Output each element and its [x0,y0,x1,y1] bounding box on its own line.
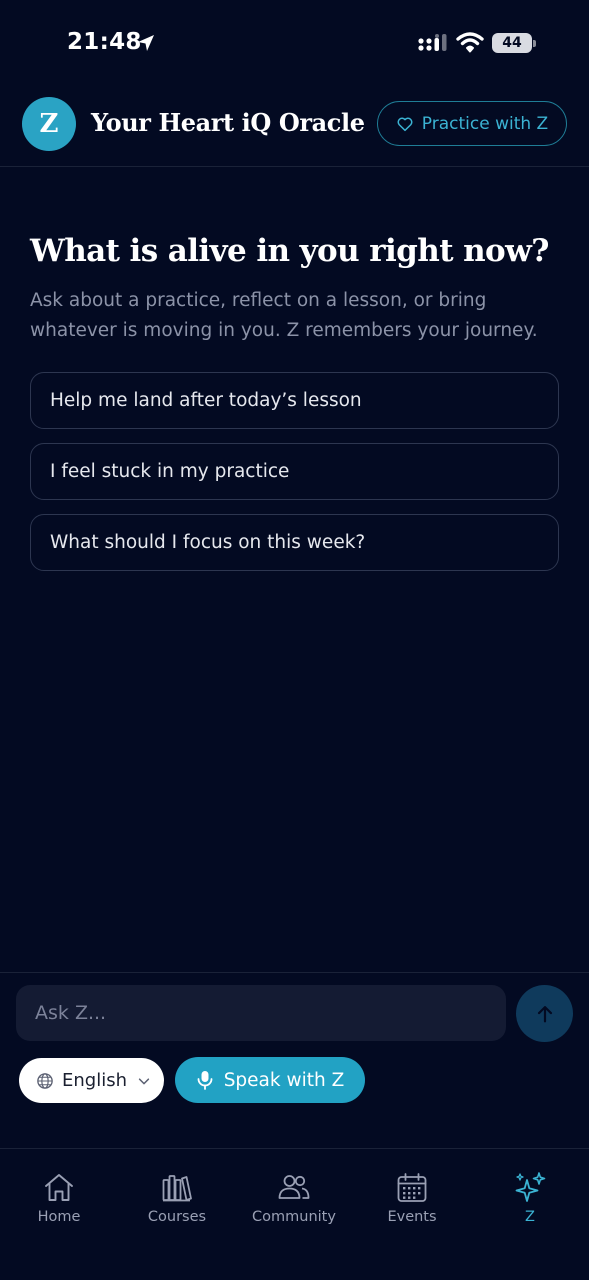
wifi-icon [456,32,484,53]
practice-with-z-button[interactable]: Practice with Z [377,101,567,146]
chevron-down-icon [138,1077,150,1084]
globe-icon [37,1072,53,1089]
arrow-up-icon [537,1005,552,1022]
language-selector[interactable]: English [19,1058,164,1103]
battery-indicator: 44 [492,33,536,53]
nav-label-z: Z [525,1209,535,1225]
z-avatar: Z [22,97,76,151]
status-bar: 21:48 44 [0,0,589,88]
people-icon [278,1175,310,1199]
nav-item-home[interactable]: Home [0,1149,118,1239]
battery-level: 44 [502,35,522,51]
practice-button-label: Practice with Z [421,113,549,134]
battery-nub [533,40,536,47]
location-arrow-icon [138,35,154,51]
nav-item-events[interactable]: Events [353,1149,471,1239]
composer-divider [0,972,589,973]
nav-item-community[interactable]: Community [235,1149,353,1239]
suggestion-chip[interactable]: Help me land after today’s lesson [30,372,559,429]
calendar-icon [397,1173,427,1202]
app-header: Z Your Heart iQ Oracle Practice with Z [0,88,589,167]
suggestion-label: Help me land after today’s lesson [50,390,362,411]
heart-icon [397,117,413,131]
suggestion-chip[interactable]: I feel stuck in my practice [30,443,559,500]
send-button[interactable] [516,985,573,1042]
speak-with-z-button[interactable]: Speak with Z [175,1057,365,1103]
app-title: Your Heart iQ Oracle [91,108,365,137]
nav-label-home: Home [37,1209,81,1225]
suggestion-label: I feel stuck in my practice [50,461,290,482]
suggestion-chip[interactable]: What should I focus on this week? [30,514,559,571]
screen: 21:48 44 Z Your Heart iQ Oracle Practice… [0,0,589,1280]
status-time: 21:48 [67,29,142,55]
nav-label-community: Community [252,1209,336,1225]
books-icon [162,1175,192,1202]
microphone-icon [197,1071,213,1090]
language-label: English [62,1070,127,1091]
sparkles-icon [515,1172,546,1202]
main-heading: What is alive in you right now? [30,233,549,269]
signal-icon [418,34,447,51]
nav-item-z[interactable]: Z [471,1149,589,1239]
main-subtitle: Ask about a practice, reflect on a lesso… [30,290,538,341]
suggestion-label: What should I focus on this week? [50,532,366,553]
speak-button-label: Speak with Z [223,1069,345,1091]
ask-z-input[interactable] [16,985,506,1041]
nav-label-events: Events [387,1209,437,1225]
nav-item-courses[interactable]: Courses [118,1149,236,1239]
home-icon [45,1174,73,1201]
nav-label-courses: Courses [147,1209,207,1225]
bottom-nav: Home Courses Community Events Z [0,1148,589,1280]
